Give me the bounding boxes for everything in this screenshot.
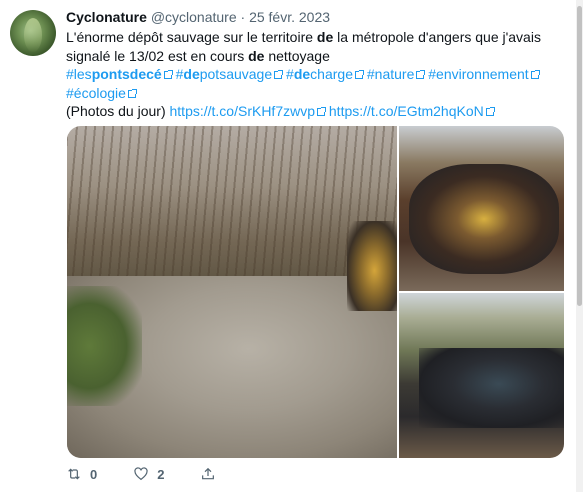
tweet-header: Cyclonature @cyclonature · 25 févr. 2023 [66,8,566,27]
tweet-line-1: L'énorme dépôt sauvage sur le territoire… [66,28,566,47]
external-link-icon [485,107,495,116]
hashtags-line-2: #écologie [66,84,566,103]
hashtag-ecologie[interactable]: #écologie [66,85,137,101]
text-segment: nettoyage [264,47,330,64]
tweet-line-2: signalé le 13/02 est en cours de nettoya… [66,47,566,66]
tweet-body: Cyclonature @cyclonature · 25 févr. 2023… [66,8,566,121]
scrollbar[interactable] [576,0,583,492]
text-segment: la métropole d'angers que j'avais [333,29,541,45]
like-count: 2 [157,466,165,482]
photo-link-1[interactable]: https://t.co/SrKHf7zwvp [170,103,326,119]
share-button[interactable] [200,466,216,482]
hashtags-line: #lespontsdecé #depotsauvage #decharge #n… [66,65,566,84]
photo-bush [67,286,142,406]
photo-link-2[interactable]: https://t.co/EGtm2hqKoN [329,103,495,119]
photo-waste-heap [419,348,564,428]
text-segment: signalé le 13/02 est en cours [66,47,249,64]
tweet-actions: 0 2 [66,466,252,482]
links-line: (Photos du jour) https://t.co/SrKHf7zwvp… [66,102,566,121]
photo-1[interactable] [67,126,397,458]
photo-waste-heap [409,164,559,274]
display-name[interactable]: Cyclonature [66,9,147,25]
hashtag-decharge[interactable]: #decharge [286,66,364,82]
external-link-icon [317,107,326,116]
photos-label: (Photos du jour) [66,103,166,119]
photo-2[interactable] [399,126,564,291]
retweet-count: 0 [90,466,98,482]
avatar[interactable] [10,10,56,56]
external-link-icon [163,70,173,79]
handle[interactable]: @cyclonature [151,9,237,25]
hashtag-lespontsdece[interactable]: #lespontsdecé [66,66,173,82]
retweet-button[interactable]: 0 [66,466,97,482]
text-segment: L'énorme dépôt sauvage sur le territoire [66,29,317,45]
external-link-icon [354,70,364,79]
tweet-date[interactable]: 25 févr. 2023 [249,9,330,25]
share-icon [202,467,215,480]
heart-icon [134,467,148,481]
tweet-text: L'énorme dépôt sauvage sur le territoire… [66,28,566,121]
text-bold: de [248,47,265,64]
external-link-icon [416,70,426,79]
external-link-icon [530,70,540,79]
hashtag-depotsauvage[interactable]: #depotsauvage [176,66,284,82]
retweet-icon [68,468,80,480]
external-link-icon [274,70,284,79]
separator: · [240,9,246,25]
text-bold: de [316,29,334,45]
hashtag-environnement[interactable]: #environnement [428,66,540,82]
photo-3[interactable] [399,293,564,458]
external-link-icon [127,88,137,98]
like-button[interactable]: 2 [133,466,164,482]
media-grid [67,126,564,458]
hashtag-nature[interactable]: #nature [367,66,426,82]
scrollbar-thumb[interactable] [577,6,582,306]
photo-waste-pile [347,221,397,311]
